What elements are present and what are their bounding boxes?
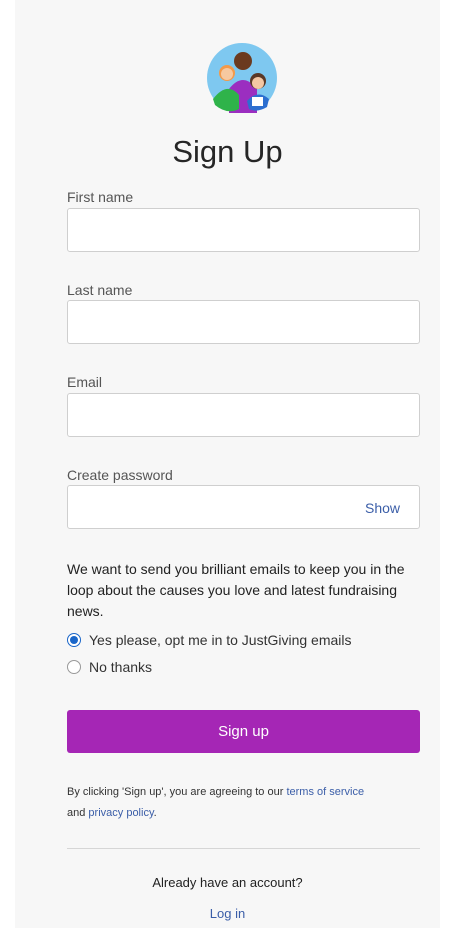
- opt-in-yes-option[interactable]: Yes please, opt me in to JustGiving emai…: [67, 632, 352, 648]
- people-group-icon: [207, 43, 277, 113]
- legal-prefix: By clicking 'Sign up', you are agreeing …: [67, 786, 287, 798]
- log-in-link[interactable]: Log in: [15, 906, 440, 921]
- opt-in-no-label: No thanks: [89, 659, 153, 675]
- legal-text: By clicking 'Sign up', you are agreeing …: [67, 782, 423, 824]
- sign-up-button[interactable]: Sign up: [67, 710, 420, 753]
- email-input[interactable]: [67, 393, 420, 437]
- opt-in-no-option[interactable]: No thanks: [67, 659, 152, 675]
- last-name-label: Last name: [67, 282, 133, 298]
- password-label: Create password: [67, 467, 173, 483]
- divider: [67, 848, 420, 849]
- privacy-policy-link[interactable]: privacy policy: [88, 807, 153, 819]
- opt-in-yes-label: Yes please, opt me in to JustGiving emai…: [89, 632, 352, 648]
- legal-suffix: .: [153, 807, 157, 819]
- terms-of-service-link[interactable]: terms of service: [286, 786, 364, 798]
- last-name-input[interactable]: [67, 300, 420, 344]
- legal-and: and: [67, 807, 89, 819]
- radio-unchecked-icon[interactable]: [67, 660, 81, 674]
- marketing-text: We want to send you brilliant emails to …: [67, 561, 405, 619]
- email-label: Email: [67, 374, 103, 390]
- first-name-input[interactable]: [67, 208, 420, 252]
- signup-page: Sign Up First name Last name Email Creat…: [15, 0, 440, 928]
- radio-checked-icon[interactable]: [67, 633, 81, 647]
- already-have-account-text: Already have an account?: [152, 875, 303, 890]
- first-name-label: First name: [67, 189, 134, 205]
- page-title: Sign Up: [172, 134, 283, 169]
- show-password-button[interactable]: Show: [365, 500, 400, 516]
